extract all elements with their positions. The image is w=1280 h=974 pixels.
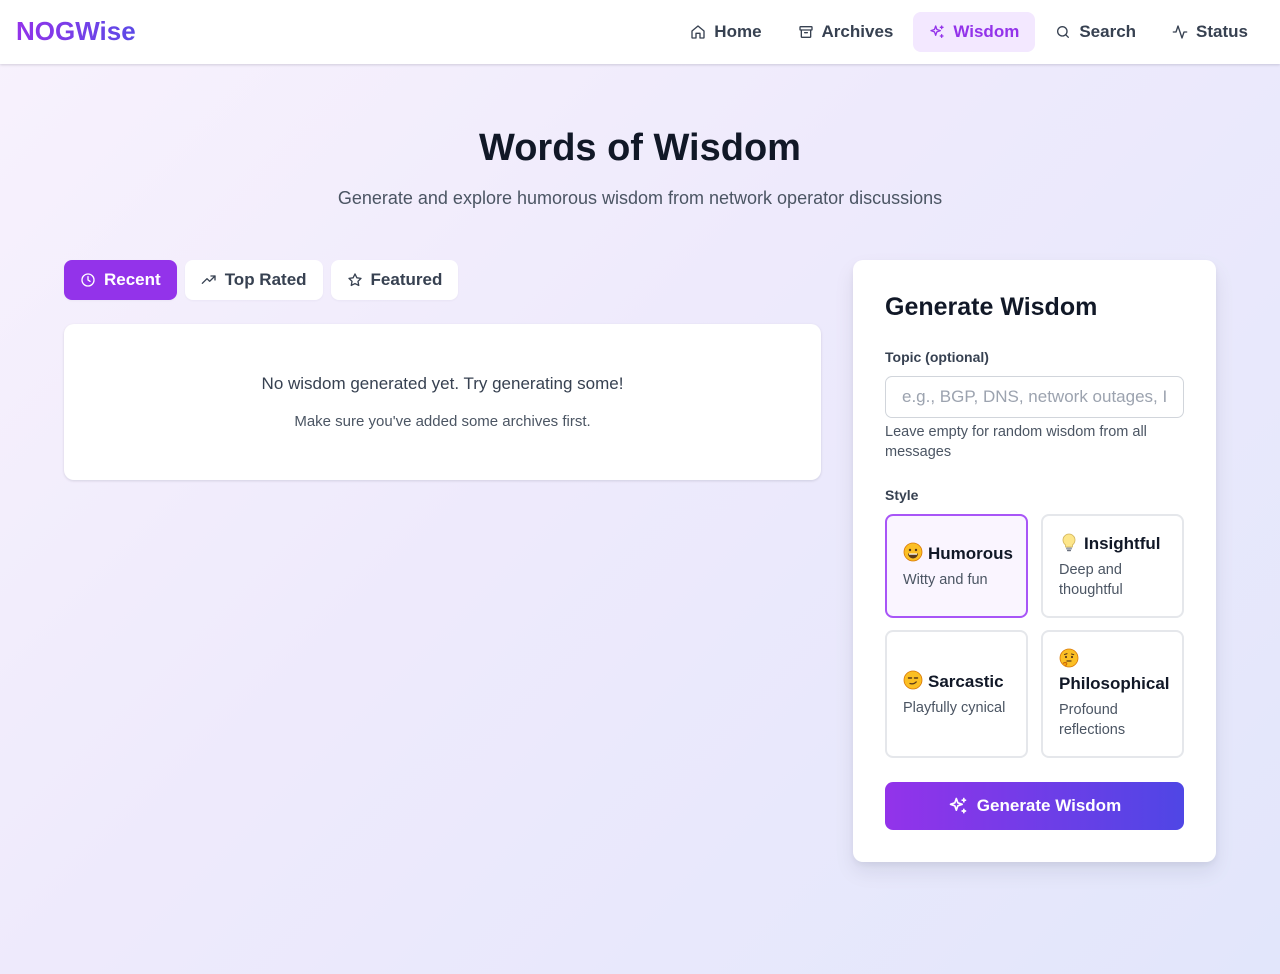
style-title: Humorous <box>903 542 1016 566</box>
style-option-humorous[interactable]: Humorous Witty and fun <box>885 514 1028 618</box>
wisdom-tabs: Recent Top Rated Featured <box>64 260 459 300</box>
empty-state-subtitle: Make sure you've added some archives fir… <box>294 413 591 430</box>
style-title-text: Insightful <box>1084 534 1161 553</box>
nav-item-search[interactable]: Search <box>1039 12 1152 52</box>
style-title: Insightful <box>1059 532 1172 556</box>
style-title-text: Humorous <box>928 544 1013 563</box>
nav-item-home[interactable]: Home <box>674 12 777 52</box>
style-title-text: Sarcastic <box>928 672 1004 691</box>
grinning-face-icon <box>903 542 923 562</box>
style-label: Style <box>885 487 919 503</box>
home-icon <box>691 25 705 39</box>
style-description: Playfully cynical <box>903 700 1006 716</box>
tab-label: Top Rated <box>224 270 307 289</box>
nav-item-label: Home <box>714 22 762 41</box>
sparkles-icon <box>930 25 945 38</box>
tab-top-rated[interactable]: Top Rated <box>184 260 323 300</box>
nav-item-label: Archives <box>821 22 894 41</box>
nav-item-archives[interactable]: Archives <box>782 12 910 52</box>
sparkles-icon <box>949 797 967 814</box>
brand-logo[interactable]: NOGWise <box>16 14 136 48</box>
top-navigation-bar: NOGWise Home Archives Wisdom Search Stat… <box>0 0 1280 64</box>
nav-item-label: Wisdom <box>953 22 1020 41</box>
topic-label: Topic (optional) <box>885 349 989 365</box>
nav-item-label: Status <box>1196 22 1248 41</box>
light-bulb-icon <box>1062 533 1076 552</box>
topic-input[interactable] <box>885 376 1184 418</box>
nav-item-label: Search <box>1079 22 1137 41</box>
tab-featured[interactable]: Featured <box>330 260 459 300</box>
archive-icon <box>798 26 813 38</box>
style-option-sarcastic[interactable]: Sarcastic Playfully cynical <box>885 630 1028 758</box>
empty-state-title: No wisdom generated yet. Try generating … <box>261 374 624 393</box>
tab-recent[interactable]: Recent <box>64 260 177 300</box>
smirking-face-icon <box>903 670 923 690</box>
style-option-philosophical[interactable]: Philosophical Profound reflections <box>1041 630 1184 758</box>
trending-up-icon <box>201 275 216 284</box>
style-title-text: Philosophical <box>1059 674 1170 693</box>
generate-wisdom-panel: Generate Wisdom Topic (optional) Leave e… <box>853 260 1216 862</box>
style-description: Deep and thoughtful <box>1059 562 1123 598</box>
panel-title: Generate Wisdom <box>885 293 1098 321</box>
star-icon <box>347 273 362 287</box>
tab-label: Recent <box>104 270 161 289</box>
wisdom-list-empty-state: No wisdom generated yet. Try generating … <box>64 324 821 480</box>
page-subtitle: Generate and explore humorous wisdom fro… <box>337 188 943 208</box>
clock-icon <box>81 273 95 287</box>
nav-item-wisdom[interactable]: Wisdom <box>913 12 1036 52</box>
thinking-face-icon <box>1059 648 1079 668</box>
nav-item-status[interactable]: Status <box>1156 12 1264 52</box>
style-title: Sarcastic <box>903 670 1016 694</box>
topic-helper-text: Leave empty for random wisdom from all m… <box>885 424 1147 460</box>
style-option-insightful[interactable]: Insightful Deep and thoughtful <box>1041 514 1184 618</box>
generate-button-label: Generate Wisdom <box>976 796 1122 815</box>
page-title: Words of Wisdom <box>479 127 801 169</box>
style-description: Profound reflections <box>1059 702 1126 738</box>
activity-icon <box>1172 25 1188 39</box>
search-icon <box>1057 26 1070 38</box>
main-nav: Home Archives Wisdom Search Status <box>674 12 1264 52</box>
style-title: Philosophical <box>1059 648 1172 696</box>
style-description: Witty and fun <box>903 572 988 588</box>
generate-wisdom-button[interactable]: Generate Wisdom <box>885 782 1184 830</box>
tab-label: Featured <box>370 270 443 289</box>
